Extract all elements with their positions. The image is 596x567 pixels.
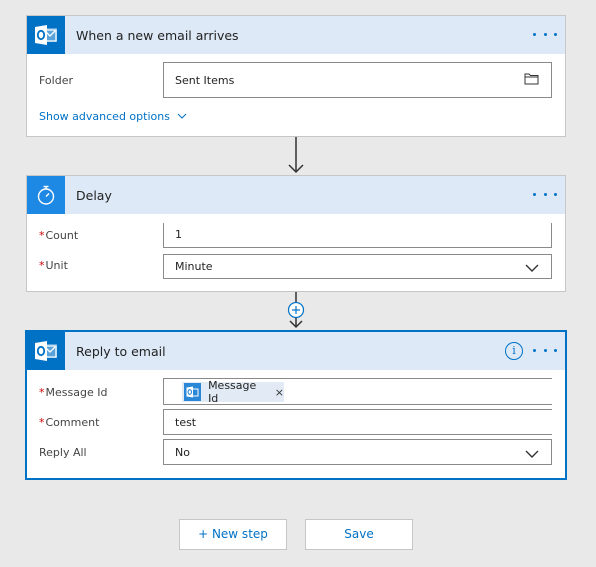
delay-more-button[interactable] <box>533 186 557 202</box>
save-button[interactable]: Save <box>305 519 413 550</box>
more-dot <box>554 348 557 352</box>
chevron-down-icon <box>178 113 187 119</box>
unit-value: Minute <box>175 260 213 273</box>
outlook-icon <box>27 16 65 54</box>
more-dot <box>554 32 557 36</box>
flow-arrow <box>288 137 304 174</box>
count-input[interactable]: 1 <box>163 223 552 248</box>
reply-card: Reply to email i *Message Id Message Id … <box>25 330 567 480</box>
timer-icon <box>27 176 65 214</box>
more-dot <box>543 348 547 352</box>
required-marker: * <box>39 229 45 242</box>
count-label-text: Count <box>45 229 79 242</box>
insert-step-icon[interactable] <box>287 301 305 319</box>
reply-all-row: Reply All No <box>27 439 565 467</box>
show-advanced-options-link[interactable]: Show advanced options <box>39 110 187 123</box>
reply-card-header[interactable]: Reply to email i <box>27 332 565 370</box>
folder-value: Sent Items <box>175 74 235 87</box>
advanced-label: Show advanced options <box>39 110 170 123</box>
trigger-card: When a new email arrives Folder Sent Ite… <box>26 15 566 137</box>
comment-label: *Comment <box>39 416 99 429</box>
reply-all-label: Reply All <box>39 446 87 459</box>
unit-label-text: Unit <box>45 259 68 272</box>
more-dot <box>533 32 536 36</box>
more-dot <box>533 348 536 352</box>
count-label: *Count <box>39 229 78 242</box>
required-marker: * <box>39 386 45 399</box>
comment-row: *Comment test <box>27 409 565 437</box>
reply-all-value: No <box>175 446 190 459</box>
folder-row: Folder Sent Items <box>27 62 565 98</box>
chevron-down-icon[interactable] <box>525 263 539 276</box>
count-value: 1 <box>175 228 182 241</box>
token-label: Message Id <box>208 379 257 405</box>
comment-input[interactable]: test <box>163 409 552 435</box>
more-dot <box>554 192 557 196</box>
required-marker: * <box>39 259 45 272</box>
message-id-row: *Message Id Message Id × <box>27 378 565 406</box>
message-id-label: *Message Id <box>39 386 107 399</box>
message-id-token[interactable]: Message Id × <box>182 379 284 405</box>
count-row: *Count 1 <box>27 223 565 255</box>
unit-label: *Unit <box>39 259 68 272</box>
outlook-icon <box>184 383 202 401</box>
trigger-title: When a new email arrives <box>76 27 239 43</box>
required-marker: * <box>39 416 45 429</box>
more-dot <box>543 32 547 36</box>
trigger-card-header[interactable]: When a new email arrives <box>27 16 565 54</box>
new-step-button[interactable]: + New step <box>179 519 287 550</box>
comment-label-text: Comment <box>45 416 100 429</box>
delay-card: Delay *Count 1 *Unit Minute <box>26 175 566 292</box>
unit-row: *Unit Minute <box>27 254 565 282</box>
more-dot <box>533 192 536 196</box>
trigger-more-button[interactable] <box>533 26 557 42</box>
more-dot <box>543 192 547 196</box>
delay-title: Delay <box>76 187 112 203</box>
info-icon[interactable]: i <box>505 342 523 360</box>
reply-all-select[interactable]: No <box>163 439 552 465</box>
remove-token-icon[interactable]: × <box>275 386 284 399</box>
unit-select[interactable]: Minute <box>163 254 552 279</box>
message-id-input[interactable]: Message Id × <box>163 378 552 405</box>
outlook-icon <box>27 332 65 370</box>
delay-card-header[interactable]: Delay <box>27 176 565 214</box>
chevron-down-icon[interactable] <box>525 449 539 462</box>
comment-value: test <box>175 416 197 429</box>
message-id-label-text: Message Id <box>45 386 108 399</box>
reply-more-button[interactable] <box>533 342 557 358</box>
reply-title: Reply to email <box>76 343 166 359</box>
folder-label: Folder <box>39 74 73 87</box>
folder-input[interactable]: Sent Items <box>163 62 552 98</box>
folder-picker-icon[interactable] <box>524 72 539 88</box>
